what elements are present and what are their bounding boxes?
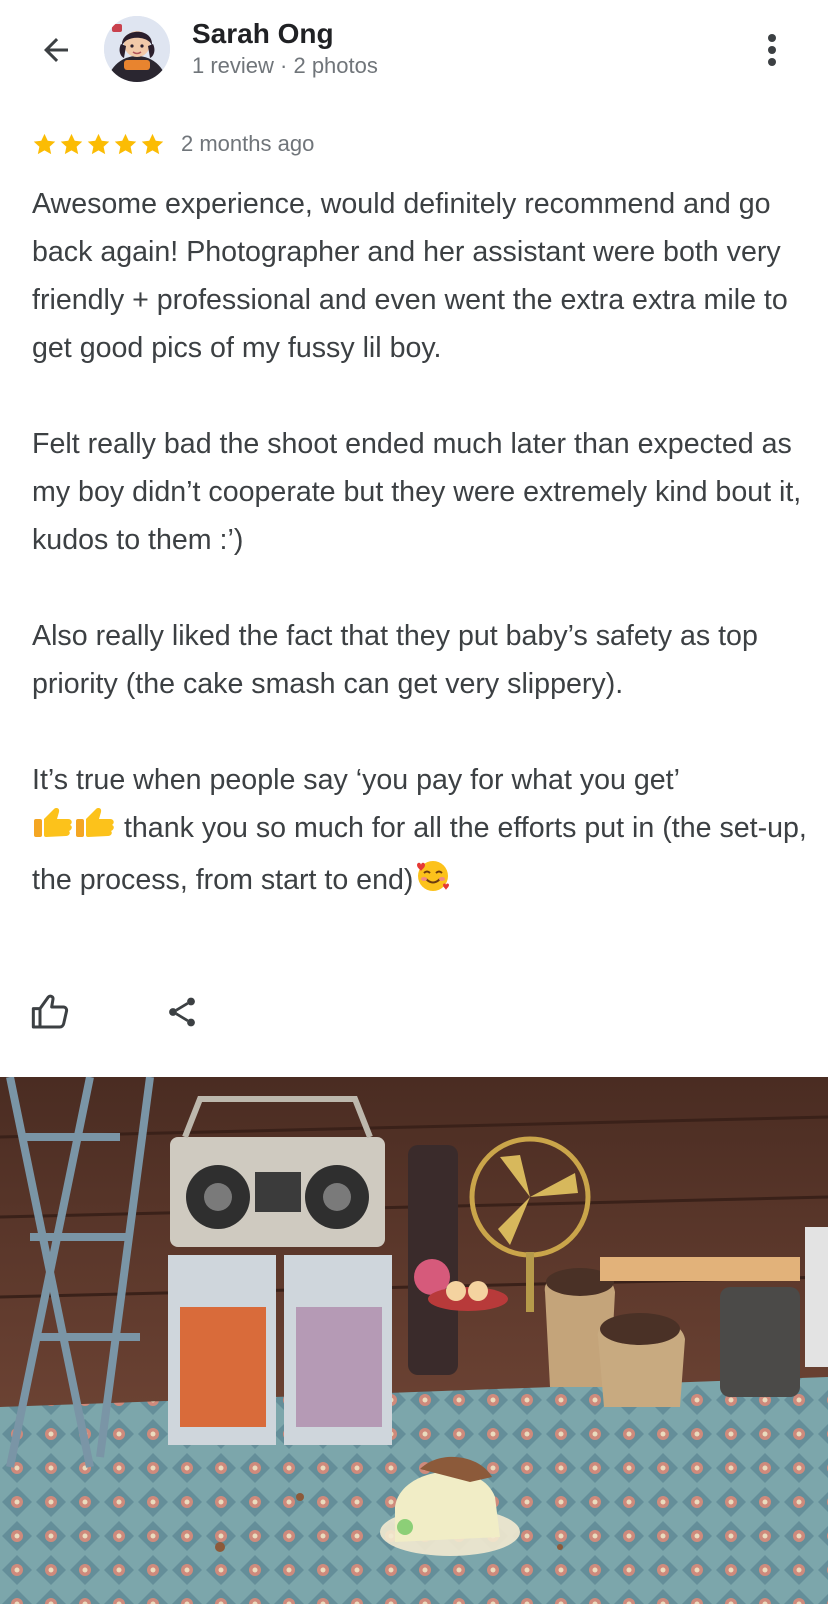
more-vert-icon	[768, 34, 776, 66]
review-photo-image	[0, 1077, 828, 1604]
star-icon	[87, 133, 110, 154]
review-paragraph-2: Felt really bad the shoot ended much lat…	[32, 428, 802, 556]
review-paragraph-4-part-1: It’s true when people say ‘you pay for w…	[32, 764, 680, 796]
star-icon	[141, 133, 164, 154]
star-rating	[32, 132, 165, 157]
reviewer-name[interactable]: Sarah Ong	[192, 18, 334, 50]
star-icon	[33, 133, 56, 154]
avatar[interactable]	[104, 16, 170, 82]
share-button[interactable]	[160, 990, 204, 1034]
review-paragraph-4: It’s true when people say ‘you pay for w…	[32, 756, 808, 908]
smiling-face-with-hearts-emoji-icon	[413, 857, 453, 908]
thumb-up-icon	[31, 994, 69, 1029]
reviewer-meta: 1 review · 2 photos	[192, 53, 378, 78]
avatar-image	[104, 16, 170, 82]
rating-row: 2 months ago	[32, 126, 314, 162]
star-icon	[60, 133, 83, 154]
star-icon	[114, 133, 137, 154]
share-icon	[169, 997, 195, 1027]
review-body: Awesome experience, would definitely rec…	[32, 180, 808, 908]
review-paragraph-3: Also really liked the fact that they put…	[32, 620, 758, 700]
arrow-back-icon	[44, 38, 68, 62]
more-options-button[interactable]	[752, 26, 792, 74]
review-photo[interactable]	[0, 1077, 828, 1604]
review-date: 2 months ago	[181, 131, 315, 156]
like-button[interactable]	[28, 990, 72, 1034]
review-header: Sarah Ong 1 review · 2 photos	[0, 0, 828, 100]
review-actions	[31, 990, 204, 1034]
back-button[interactable]	[30, 26, 82, 74]
thumbs-up-emoji-icon	[32, 805, 116, 856]
review-paragraph-1: Awesome experience, would definitely rec…	[32, 188, 788, 364]
